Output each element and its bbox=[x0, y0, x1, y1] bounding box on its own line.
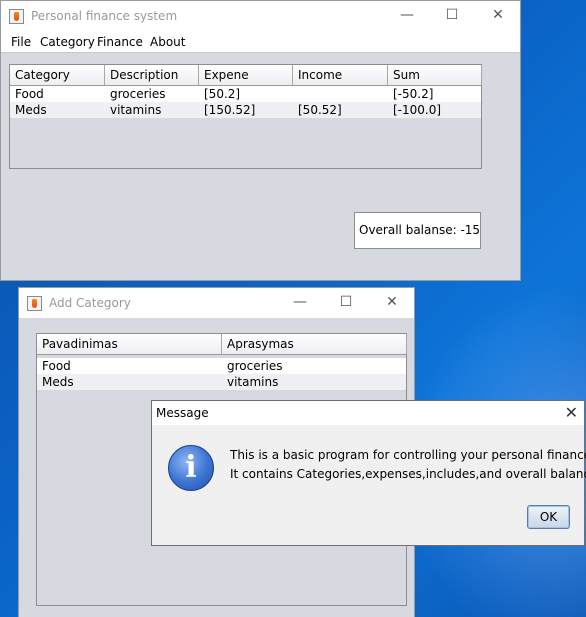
column-header-description[interactable]: Description bbox=[105, 65, 199, 85]
main-titlebar[interactable]: Personal finance system — ☐ ✕ bbox=[1, 1, 520, 31]
cell-income: [50.52] bbox=[298, 103, 342, 117]
cell-income bbox=[293, 86, 298, 102]
menu-about[interactable]: About bbox=[150, 35, 185, 49]
cell-expense: [50.2] bbox=[204, 87, 241, 101]
message-line-2: It contains Categories,expenses,includes… bbox=[230, 467, 586, 481]
table-header: Category Description Expene Income Sum bbox=[10, 65, 482, 86]
table-header: Pavadinimas Aprasymas bbox=[37, 334, 407, 355]
close-button[interactable]: ✕ bbox=[565, 403, 578, 422]
java-app-icon bbox=[9, 9, 24, 24]
message-dialog: Message ✕ i This is a basic program for … bbox=[151, 400, 586, 546]
minimize-button[interactable]: — bbox=[384, 1, 430, 31]
cell-aprasymas: vitamins bbox=[227, 375, 279, 389]
column-header-category[interactable]: Category bbox=[10, 65, 105, 85]
cell-sum: [-50.2] bbox=[393, 87, 434, 101]
close-button[interactable]: ✕ bbox=[369, 288, 415, 318]
finance-table[interactable]: Category Description Expene Income Sum F… bbox=[9, 64, 482, 169]
cell-aprasymas: groceries bbox=[227, 359, 283, 373]
message-line-1: This is a basic program for controlling … bbox=[230, 448, 586, 462]
column-header-pavadinimas[interactable]: Pavadinimas bbox=[37, 334, 222, 354]
add-category-titlebar[interactable]: Add Category — ☐ ✕ bbox=[19, 288, 414, 318]
cell-pavadinimas: Food bbox=[42, 359, 71, 373]
maximize-button[interactable]: ☐ bbox=[323, 288, 369, 318]
message-titlebar[interactable]: Message ✕ bbox=[152, 401, 584, 425]
main-window-title: Personal finance system bbox=[31, 9, 178, 23]
menu-file[interactable]: File bbox=[11, 35, 31, 49]
menu-bar: File Category Finance About bbox=[1, 31, 520, 53]
table-row[interactable]: Meds vitamins bbox=[37, 374, 406, 390]
maximize-button[interactable]: ☐ bbox=[429, 1, 475, 31]
column-header-expense[interactable]: Expene bbox=[199, 65, 293, 85]
cell-pavadinimas: Meds bbox=[42, 375, 74, 389]
column-header-sum[interactable]: Sum bbox=[388, 65, 482, 85]
ok-button[interactable]: OK bbox=[527, 505, 570, 529]
table-row[interactable]: Food groceries bbox=[37, 358, 406, 374]
cell-category: Food bbox=[15, 87, 44, 101]
column-header-income[interactable]: Income bbox=[293, 65, 388, 85]
cell-expense: [150.52] bbox=[204, 103, 256, 117]
minimize-button[interactable]: — bbox=[277, 288, 323, 318]
add-category-title: Add Category bbox=[49, 296, 131, 310]
cell-category: Meds bbox=[15, 103, 47, 117]
close-button[interactable]: ✕ bbox=[475, 1, 521, 31]
column-header-aprasymas[interactable]: Aprasymas bbox=[222, 334, 407, 354]
menu-category[interactable]: Category bbox=[40, 35, 95, 49]
info-icon: i bbox=[168, 445, 214, 491]
message-title: Message bbox=[156, 406, 209, 420]
main-window: Personal finance system — ☐ ✕ File Categ… bbox=[0, 0, 521, 281]
java-app-icon bbox=[27, 296, 42, 311]
cell-description: vitamins bbox=[110, 103, 162, 117]
cell-description: groceries bbox=[110, 87, 166, 101]
menu-finance[interactable]: Finance bbox=[97, 35, 143, 49]
overall-balance-label: Overall balanse: -150. bbox=[354, 212, 481, 249]
cell-sum: [-100.0] bbox=[393, 103, 442, 117]
table-row[interactable]: Food groceries [50.2] [-50.2] bbox=[10, 86, 481, 102]
table-row[interactable]: Meds vitamins [150.52] [50.52] [-100.0] bbox=[10, 102, 481, 118]
